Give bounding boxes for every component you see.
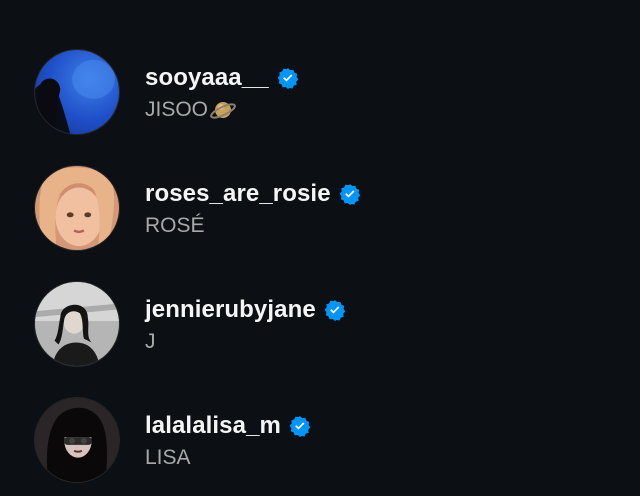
ringed-planet-icon	[209, 96, 237, 124]
avatar[interactable]	[34, 281, 120, 367]
avatar-photo-warm	[35, 166, 119, 250]
verified-badge-icon	[289, 415, 311, 437]
account-row-jennierubyjane[interactable]: jennierubyjane J	[0, 266, 640, 382]
avatar[interactable]	[34, 397, 120, 483]
avatar[interactable]	[34, 49, 120, 135]
account-row-sooyaaa[interactable]: sooyaaa__ JISOO	[0, 34, 640, 150]
avatar-photo-blue	[35, 50, 119, 134]
full-name: JISOO	[145, 98, 209, 121]
username[interactable]: sooyaaa__	[145, 64, 269, 92]
avatar-photo-dark	[35, 398, 119, 482]
verified-badge-icon	[277, 67, 299, 89]
full-name: ROSÉ	[145, 214, 205, 237]
username[interactable]: jennierubyjane	[145, 296, 316, 324]
full-name: LISA	[145, 446, 191, 469]
account-row-roses-are-rosie[interactable]: roses_are_rosie ROSÉ	[0, 150, 640, 266]
avatar-photo-monochrome	[35, 282, 119, 366]
avatar[interactable]	[34, 165, 120, 251]
account-list: sooyaaa__ JISOO roses_are_rosie ROSÉ jen…	[0, 0, 640, 496]
verified-badge-icon	[339, 183, 361, 205]
full-name: J	[145, 330, 156, 353]
verified-badge-icon	[324, 299, 346, 321]
username[interactable]: lalalalisa_m	[145, 412, 281, 440]
username[interactable]: roses_are_rosie	[145, 180, 331, 208]
account-row-lalalalisa-m[interactable]: lalalalisa_m LISA	[0, 382, 640, 496]
